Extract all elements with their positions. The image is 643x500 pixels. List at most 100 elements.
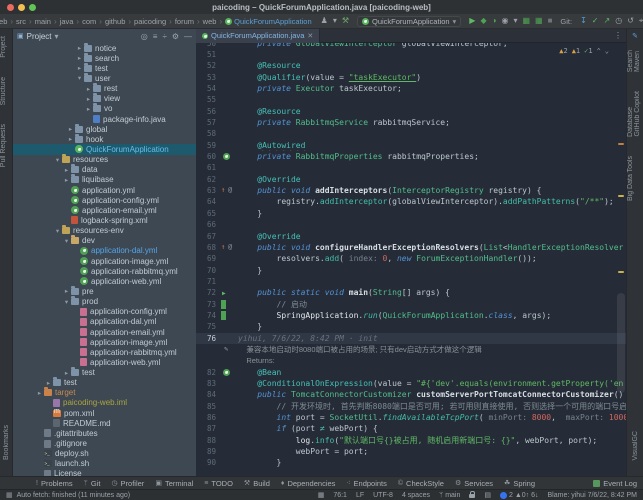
panel-header-icon[interactable]: ◎ — [141, 32, 148, 41]
code-line-53[interactable]: 53 @Qualifier(value = "taskExecutor") — [196, 72, 626, 83]
commit-icon[interactable]: ✓ — [592, 17, 599, 25]
run-icon[interactable]: ▶ — [469, 17, 475, 25]
tree-item-user[interactable]: ▾user — [13, 73, 196, 83]
overrides-icon[interactable]: ↑ — [221, 185, 225, 196]
tree-item-target[interactable]: ▸target — [13, 388, 196, 398]
chevron-right-icon[interactable]: ▸ — [75, 64, 84, 72]
breadcrumb[interactable]: paicoding-web›src›main›java›com›github›p… — [0, 17, 313, 26]
tree-item-application-config-yml[interactable]: application-config.yml — [13, 195, 196, 205]
code-line-57[interactable]: 57 private RabbitmqService rabbitmqServi… — [196, 117, 626, 128]
chevron-right-icon[interactable]: ▸ — [62, 287, 71, 295]
locate-icon[interactable]: ⌖ — [639, 17, 643, 25]
chevron-down-icon[interactable]: ▾ — [53, 156, 62, 164]
chevron-right-icon[interactable]: ▸ — [84, 85, 93, 93]
breadcrumb-item[interactable]: web — [202, 17, 218, 26]
status-item[interactable] — [469, 492, 475, 498]
tree-item-pre[interactable]: ▸pre — [13, 286, 196, 296]
sidebar-item-bookmarks[interactable]: Bookmarks — [3, 418, 10, 467]
sidebar-item-pull-requests[interactable]: Pull Requests — [0, 117, 7, 174]
code-line-87[interactable]: 87 if (port ≠ webPort) { — [196, 423, 626, 434]
breadcrumb-item[interactable]: paicoding-web — [0, 17, 8, 26]
breadcrumb-item[interactable]: paicoding — [133, 17, 167, 26]
tree-item-package-info-java[interactable]: package-info.java — [13, 114, 196, 124]
tree-item-application-email-yml[interactable]: application-email.yml — [13, 205, 196, 215]
tree-item-application-config-yml[interactable]: application-config.yml — [13, 307, 196, 317]
sidebar-item-project[interactable]: Project — [0, 29, 7, 65]
panel-header-icon[interactable]: ≡ — [153, 32, 158, 41]
tree-item-application-email-yml[interactable]: application-email.yml — [13, 327, 196, 337]
tree-item-application-yml[interactable]: application.yml — [13, 185, 196, 195]
tree-item-rest[interactable]: ▸rest — [13, 84, 196, 94]
breadcrumb-item[interactable]: github — [104, 17, 126, 26]
code-line-74[interactable]: 74 SpringApplication.run(QuickForumAppli… — [196, 310, 626, 321]
code-line-63[interactable]: 63↑@ public void addInterceptors(Interce… — [196, 185, 626, 196]
close-tab-icon[interactable]: ✕ — [307, 32, 313, 40]
tree-item-application-dal-yml[interactable]: application-dal.yml — [13, 317, 196, 327]
history-icon[interactable]: ◷ — [615, 17, 622, 25]
code-line-82[interactable]: 82 @Bean — [196, 367, 626, 378]
tree-item-search[interactable]: ▸search — [13, 53, 196, 63]
update-project-icon[interactable]: ↧ — [580, 17, 587, 25]
code-line-65[interactable]: 65 } — [196, 208, 626, 219]
tree-item-dev[interactable]: ▾dev — [13, 236, 196, 246]
tree-item-resources[interactable]: ▾resources — [13, 155, 196, 165]
project-tree[interactable]: ▸notice▸search▸test▾user▸rest▸view▸vopac… — [13, 43, 196, 476]
code-line-84[interactable]: 84 public TomcatConnectorCustomizer cust… — [196, 389, 626, 400]
tree-item-test[interactable]: ▸test — [13, 378, 196, 388]
tree-item-application-rabbitmq-yml[interactable]: application-rabbitmq.yml — [13, 347, 196, 357]
code-line-56[interactable]: 56 @Resource — [196, 106, 626, 117]
sidebar-item-big-data-tools[interactable]: Big Data Tools — [627, 149, 634, 208]
tree-item-readme-md[interactable]: README.md — [13, 418, 196, 428]
tree-item--gitattributes[interactable]: .gitattributes — [13, 428, 196, 438]
tree-item-resources-env[interactable]: ▾resources-env — [13, 226, 196, 236]
toolwindow-button-terminal[interactable]: ▣Terminal — [155, 479, 193, 488]
chevron-right-icon[interactable]: ▸ — [75, 54, 84, 62]
inspections-widget[interactable]: ▲2 ▲1 ✓1 ⌃ ⌄ — [556, 46, 612, 56]
code-line-66[interactable]: 66 — [196, 219, 626, 230]
build-hammer-icon[interactable]: ⚒ — [342, 17, 349, 25]
tree-item-launch-sh[interactable]: launch.sh — [13, 459, 196, 469]
breadcrumb-item[interactable]: QuickForumApplication — [224, 17, 313, 26]
toolwindow-switcher-icon[interactable]: ▦ — [6, 491, 13, 499]
toolbar-left-icons[interactable]: ♟▾⚒ — [321, 17, 349, 25]
toolwindow-button-build[interactable]: ⚒Build — [244, 479, 270, 488]
sidebar-item-github-copilot[interactable]: GitHub Copilot — [634, 84, 641, 144]
chevron-right-icon[interactable]: ▸ — [62, 166, 71, 174]
code-line-62[interactable]: 62 @Override — [196, 174, 626, 185]
code-line-85[interactable]: 85 // 开发环境时, 首先判断8080端口是否可用; 若可用则直接使用, 否… — [196, 401, 626, 412]
breadcrumb-item[interactable]: main — [34, 17, 52, 26]
caret-icon[interactable]: ▾ — [333, 17, 337, 25]
spring-bean-icon[interactable] — [223, 153, 230, 160]
tree-item-global[interactable]: ▸global — [13, 124, 196, 134]
toolwindow-button-spring[interactable]: ☘Spring — [504, 479, 535, 488]
event-log-button[interactable]: Event Log — [593, 479, 643, 488]
sidebar-item-maven[interactable]: Maven — [634, 44, 641, 79]
tree-item-deploy-sh[interactable]: deploy.sh — [13, 449, 196, 459]
toolbar-git-icons[interactable]: ↧✓↗◷↺⌖ — [580, 17, 643, 25]
panel-header-icon[interactable]: ⚙ — [172, 32, 179, 41]
chevron-right-icon[interactable]: ▸ — [44, 379, 53, 387]
chevron-right-icon[interactable]: ▸ — [84, 95, 93, 103]
attach-icon[interactable]: ▦ — [522, 17, 530, 25]
tree-item-application-web-yml[interactable]: application-web.yml — [13, 357, 196, 367]
code-line-67[interactable]: 67 @Override — [196, 231, 626, 242]
tree-item-hook[interactable]: ▸hook — [13, 134, 196, 144]
tree-item-test[interactable]: ▸test — [13, 63, 196, 73]
tree-item-quickforumapplication[interactable]: QuickForumApplication — [13, 144, 196, 154]
tree-item-vo[interactable]: ▸vo — [13, 104, 196, 114]
status-item-lf[interactable]: LF — [356, 492, 364, 499]
code-line-71[interactable]: 71 — [196, 276, 626, 287]
profiler-caret-icon[interactable]: ▾ — [513, 17, 517, 25]
prev-problem-icon[interactable]: ⌃ — [597, 47, 601, 55]
breadcrumb-item[interactable]: com — [81, 17, 97, 26]
code-line-55[interactable]: 55 — [196, 94, 626, 105]
tree-item-pom-xml[interactable]: pom.xml — [13, 408, 196, 418]
tree-item-application-image-yml[interactable]: application-image.yml — [13, 337, 196, 347]
spring-bean-icon[interactable] — [223, 369, 230, 376]
chevron-right-icon[interactable]: ▸ — [62, 369, 71, 377]
tree-item-paicoding-web-iml[interactable]: paicoding-web.iml — [13, 398, 196, 408]
status-item-utf-8[interactable]: UTF-8 — [373, 492, 393, 499]
tree-item-logback-spring-xml[interactable]: logback-spring.xml — [13, 215, 196, 225]
code-line-75[interactable]: 75 } — [196, 321, 626, 332]
toolwindow-button-endpoints[interactable]: ⁖Endpoints — [346, 479, 386, 488]
